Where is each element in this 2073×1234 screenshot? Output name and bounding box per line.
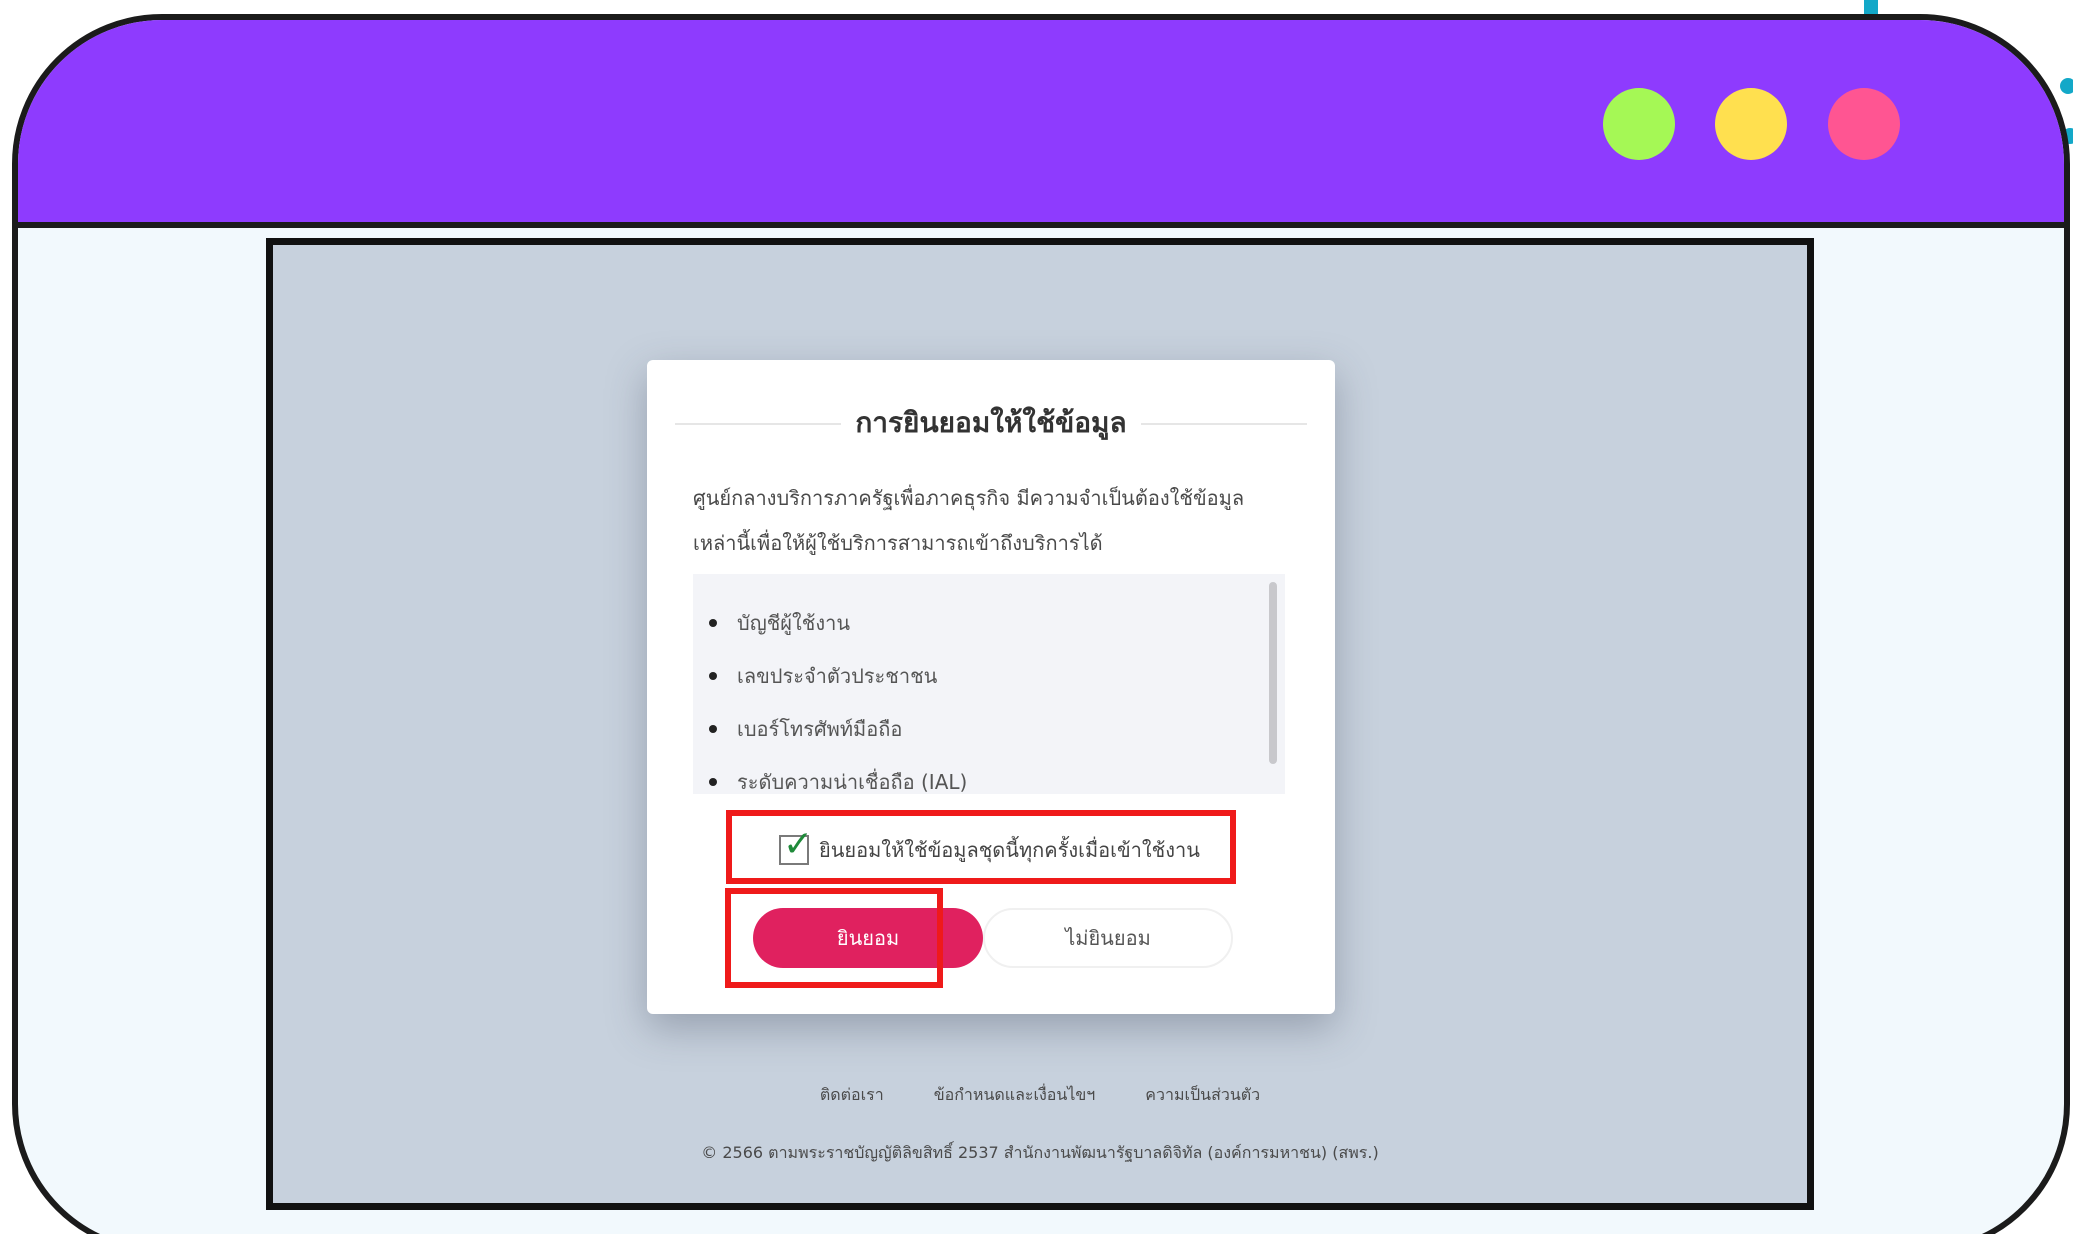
yellow-window-control-icon[interactable] [1715, 88, 1787, 160]
permission-list-scrollbar[interactable] [1269, 582, 1277, 764]
footer-link-terms[interactable]: ข้อกำหนดและเงื่อนไขฯ [934, 1083, 1096, 1108]
accept-button[interactable]: ยินยอม [753, 908, 983, 968]
window-titlebar [18, 20, 2064, 228]
dialog-header: การยินยอมให้ใช้ข้อมูล [675, 400, 1307, 446]
permission-item: เบอร์โทรศัพท์มือถือ [709, 702, 967, 755]
bullet-icon [709, 618, 717, 627]
embedded-screenshot: การยินยอมให้ใช้ข้อมูล ศูนย์กลางบริการภาค… [266, 238, 1814, 1210]
stage: การยินยอมให้ใช้ข้อมูล ศูนย์กลางบริการภาค… [0, 0, 2073, 1234]
consent-checkbox-row[interactable]: ✓ ยินยอมให้ใช้ข้อมูลชุดนี้ทุกครั้งเมื่อเ… [779, 825, 1200, 870]
decline-button[interactable]: ไม่ยินยอม [983, 908, 1233, 968]
pink-window-control-icon[interactable] [1828, 88, 1900, 160]
consent-checkbox[interactable]: ✓ [779, 825, 813, 865]
description-line: ศูนย์กลางบริการภาครัฐเพื่อภาคธุรกิจ มีคว… [693, 486, 1245, 510]
permission-list: บัญชีผู้ใช้งาน เลขประจำตัวประชาชน เบอร์โ… [709, 596, 967, 794]
green-window-control-icon[interactable] [1603, 88, 1675, 160]
checkmark-icon: ✓ [783, 824, 814, 865]
permission-label: ระดับความน่าเชื่อถือ (IAL) [737, 769, 968, 794]
bullet-icon [709, 777, 717, 786]
consent-checkbox-label[interactable]: ยินยอมให้ใช้ข้อมูลชุดนี้ทุกครั้งเมื่อเข้… [819, 834, 1200, 866]
bullet-icon [709, 724, 717, 733]
permission-label: เบอร์โทรศัพท์มือถือ [737, 716, 903, 741]
divider [1141, 423, 1307, 425]
dialog-title: การยินยอมให้ใช้ข้อมูล [855, 406, 1127, 439]
permission-item: บัญชีผู้ใช้งาน [709, 596, 967, 649]
description-line: เหล่านี้เพื่อให้ผู้ใช้บริการสามารถเข้าถึ… [693, 531, 1103, 555]
footer-link-privacy[interactable]: ความเป็นส่วนตัว [1145, 1083, 1260, 1108]
bullet-icon [709, 671, 717, 680]
dialog-description: ศูนย์กลางบริการภาครัฐเพื่อภาคธุรกิจ มีคว… [693, 476, 1313, 566]
consent-dialog: การยินยอมให้ใช้ข้อมูล ศูนย์กลางบริการภาค… [647, 360, 1335, 1014]
footer-links: ติดต่อเรา ข้อกำหนดและเงื่อนไขฯ ความเป็นส… [273, 1083, 1807, 1108]
permission-item: เลขประจำตัวประชาชน [709, 649, 967, 702]
permission-list-box[interactable]: บัญชีผู้ใช้งาน เลขประจำตัวประชาชน เบอร์โ… [693, 574, 1285, 794]
permission-item: ระดับความน่าเชื่อถือ (IAL) [709, 755, 967, 794]
permission-label: บัญชีผู้ใช้งาน [737, 610, 851, 635]
footer-link-contact[interactable]: ติดต่อเรา [820, 1083, 884, 1108]
copyright-text: © 2566 ตามพระราชบัญญัติลิขสิทธิ์ 2537 สำ… [701, 1143, 1379, 1162]
permission-label: เลขประจำตัวประชาชน [737, 663, 938, 688]
divider [675, 423, 841, 425]
